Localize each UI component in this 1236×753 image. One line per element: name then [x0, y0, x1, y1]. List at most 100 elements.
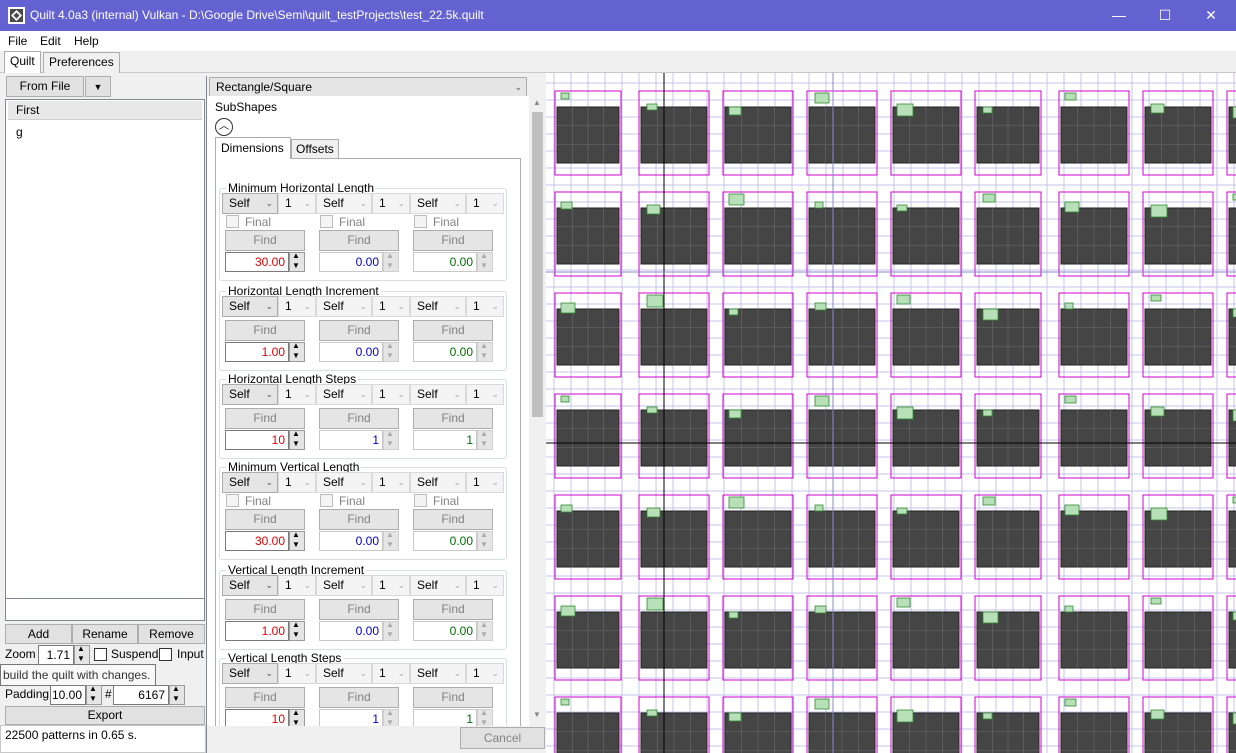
find-button[interactable]: Find — [413, 408, 493, 429]
tab-preferences[interactable]: Preferences — [43, 52, 120, 73]
find-button[interactable]: Find — [413, 687, 493, 708]
value-spinner[interactable] — [477, 530, 493, 551]
from-file-button[interactable]: From File — [6, 76, 84, 97]
find-button[interactable]: Find — [413, 509, 493, 530]
source-select[interactable]: Self ⌄ — [222, 384, 278, 405]
index-select[interactable]: 1 ⌄ — [278, 296, 316, 317]
tab-quilt[interactable]: Quilt — [4, 51, 41, 73]
scroll-thumb[interactable] — [532, 112, 543, 417]
index-select[interactable]: 1 ⌄ — [278, 575, 316, 596]
hash-input[interactable]: 6167 — [113, 685, 169, 705]
value-input[interactable]: 1.00 — [225, 621, 289, 641]
source-select[interactable]: Self ⌄ — [316, 472, 372, 493]
value-input[interactable]: 0.00 — [413, 621, 477, 641]
find-button[interactable]: Find — [225, 509, 305, 530]
value-spinner[interactable] — [383, 251, 399, 272]
menu-file[interactable]: File — [8, 34, 27, 48]
final-checkbox[interactable] — [320, 494, 333, 507]
list-header[interactable]: First — [8, 101, 202, 120]
pattern-list[interactable]: First g — [5, 99, 205, 621]
find-button[interactable]: Find — [225, 408, 305, 429]
find-button[interactable]: Find — [413, 320, 493, 341]
value-input[interactable]: 0.00 — [413, 342, 477, 362]
value-spinner[interactable] — [383, 429, 399, 450]
find-button[interactable]: Find — [319, 599, 399, 620]
index-select[interactable]: 1 ⌄ — [372, 663, 410, 684]
index-select[interactable]: 1 ⌄ — [466, 193, 504, 214]
index-select[interactable]: 1 ⌄ — [278, 663, 316, 684]
source-select[interactable]: Self ⌄ — [316, 663, 372, 684]
maximize-button[interactable]: ☐ — [1142, 0, 1188, 31]
source-select[interactable]: Self ⌄ — [410, 663, 466, 684]
value-input[interactable]: 1.00 — [225, 342, 289, 362]
value-spinner[interactable] — [289, 429, 305, 450]
value-spinner[interactable] — [477, 251, 493, 272]
value-spinner[interactable] — [477, 708, 493, 726]
scroll-up-icon[interactable]: ▲ — [533, 98, 541, 107]
name-input[interactable] — [5, 598, 205, 621]
remove-button[interactable]: Remove — [138, 624, 205, 644]
from-file-dropdown[interactable]: ▼ — [85, 76, 111, 97]
final-checkbox[interactable] — [226, 494, 239, 507]
hash-spinner[interactable] — [169, 684, 185, 705]
panel-scrollbar[interactable]: ▲ ▼ — [529, 96, 546, 726]
suspend-checkbox[interactable] — [94, 648, 107, 661]
close-button[interactable]: ✕ — [1188, 0, 1234, 31]
collapse-icon[interactable]: ︿ — [215, 118, 233, 136]
value-spinner[interactable] — [289, 620, 305, 641]
index-select[interactable]: 1 ⌄ — [278, 384, 316, 405]
find-button[interactable]: Find — [319, 320, 399, 341]
zoom-spinner[interactable] — [74, 644, 90, 665]
source-select[interactable]: Self ⌄ — [410, 296, 466, 317]
value-spinner[interactable] — [383, 708, 399, 726]
find-button[interactable]: Find — [225, 687, 305, 708]
menu-help[interactable]: Help — [74, 34, 99, 48]
index-select[interactable]: 1 ⌄ — [372, 384, 410, 405]
value-spinner[interactable] — [383, 530, 399, 551]
index-select[interactable]: 1 ⌄ — [466, 663, 504, 684]
list-item[interactable]: g — [16, 125, 23, 139]
source-select[interactable]: Self ⌄ — [222, 296, 278, 317]
index-select[interactable]: 1 ⌄ — [466, 575, 504, 596]
export-button[interactable]: Export — [5, 706, 205, 725]
find-button[interactable]: Find — [413, 599, 493, 620]
index-select[interactable]: 1 ⌄ — [466, 472, 504, 493]
source-select[interactable]: Self ⌄ — [410, 575, 466, 596]
padding-input[interactable]: 10.00 — [50, 685, 86, 705]
source-select[interactable]: Self ⌄ — [316, 384, 372, 405]
value-input[interactable]: 1 — [319, 709, 383, 726]
value-input[interactable]: 0.00 — [319, 531, 383, 551]
shape-select[interactable]: Rectangle/Square ⌄ — [209, 77, 527, 97]
minimize-button[interactable]: — — [1096, 0, 1142, 31]
find-button[interactable]: Find — [319, 408, 399, 429]
source-select[interactable]: Self ⌄ — [222, 472, 278, 493]
find-button[interactable]: Find — [319, 509, 399, 530]
index-select[interactable]: 1 ⌄ — [278, 193, 316, 214]
source-select[interactable]: Self ⌄ — [316, 296, 372, 317]
find-button[interactable]: Find — [225, 230, 305, 251]
final-checkbox[interactable] — [226, 215, 239, 228]
source-select[interactable]: Self ⌄ — [316, 193, 372, 214]
scroll-down-icon[interactable]: ▼ — [533, 710, 541, 719]
source-select[interactable]: Self ⌄ — [222, 575, 278, 596]
value-input[interactable]: 30.00 — [225, 531, 289, 551]
value-input[interactable]: 0.00 — [319, 621, 383, 641]
index-select[interactable]: 1 ⌄ — [372, 296, 410, 317]
value-spinner[interactable] — [383, 341, 399, 362]
source-select[interactable]: Self ⌄ — [316, 575, 372, 596]
value-input[interactable]: 1 — [319, 430, 383, 450]
cancel-button[interactable]: Cancel — [460, 727, 545, 749]
source-select[interactable]: Self ⌄ — [410, 193, 466, 214]
value-spinner[interactable] — [477, 620, 493, 641]
value-spinner[interactable] — [289, 708, 305, 726]
value-input[interactable]: 0.00 — [413, 252, 477, 272]
value-spinner[interactable] — [477, 341, 493, 362]
source-select[interactable]: Self ⌄ — [222, 193, 278, 214]
index-select[interactable]: 1 ⌄ — [466, 384, 504, 405]
value-spinner[interactable] — [289, 341, 305, 362]
final-checkbox[interactable] — [320, 215, 333, 228]
value-input[interactable]: 10 — [225, 709, 289, 726]
value-spinner[interactable] — [289, 530, 305, 551]
final-checkbox[interactable] — [414, 494, 427, 507]
value-input[interactable]: 0.00 — [319, 252, 383, 272]
